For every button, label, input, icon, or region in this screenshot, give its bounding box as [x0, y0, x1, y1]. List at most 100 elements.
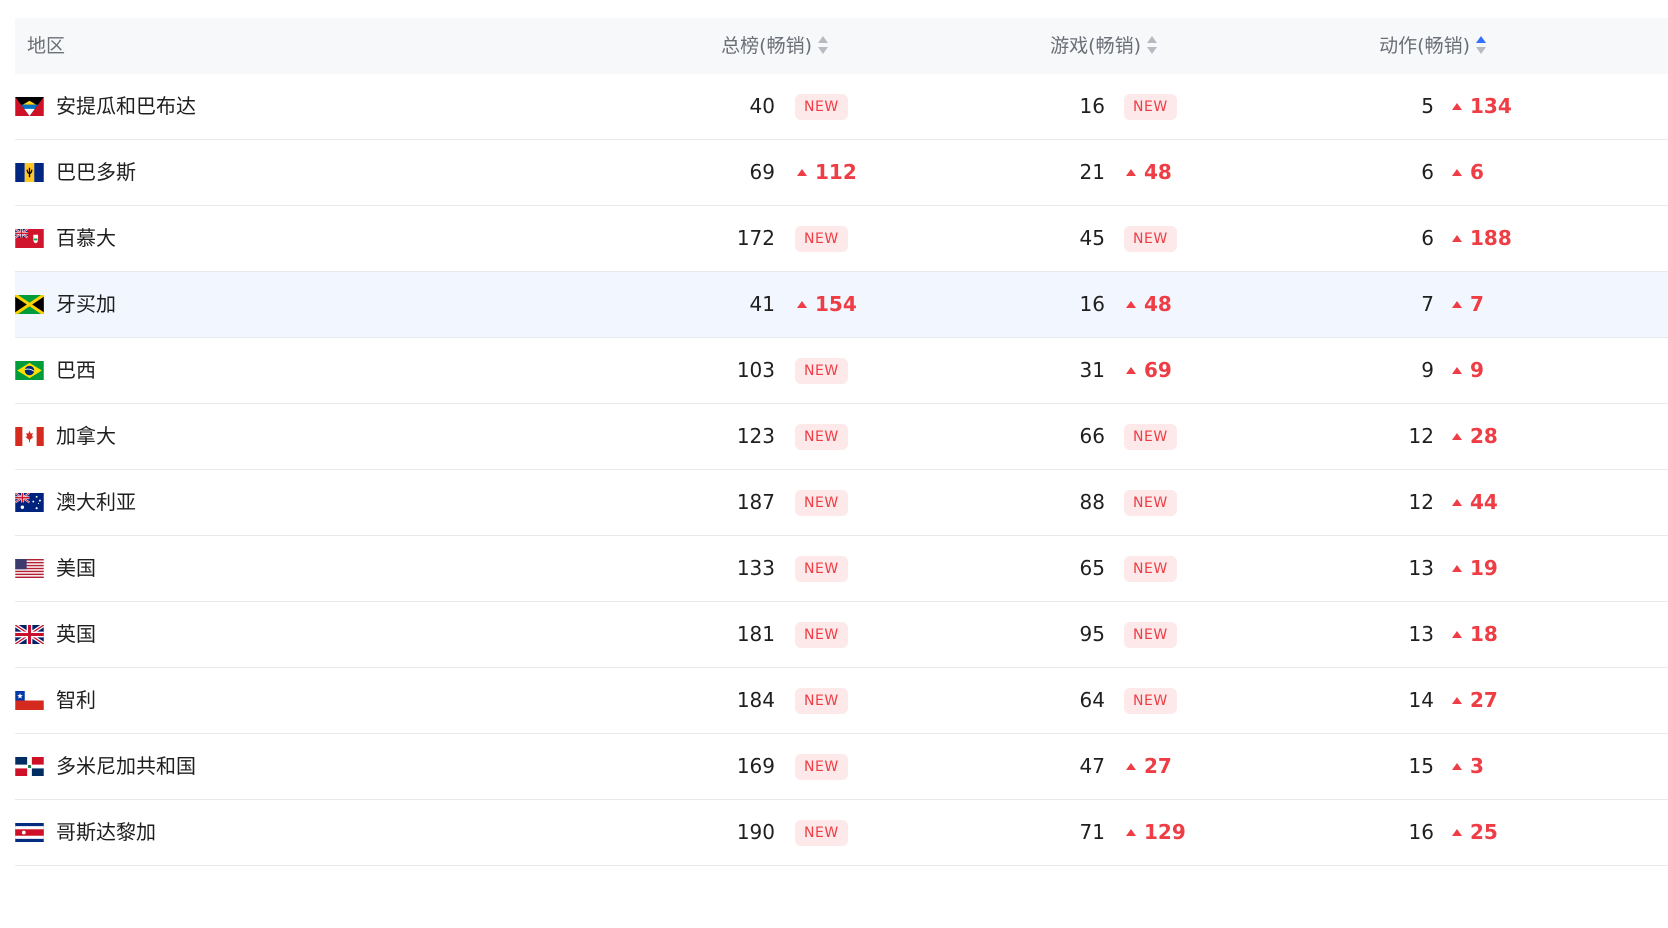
table-row[interactable]: 巴西 103 NEW 31 69 9 9 [15, 338, 1668, 404]
rank-up-value: 154 [815, 292, 857, 316]
table-row[interactable]: 安提瓜和巴布达 40 NEW 16 NEW 5 134 [15, 74, 1668, 140]
uk-flag-icon [15, 625, 44, 644]
new-badge: NEW [795, 490, 848, 516]
total-rank: 187 [736, 490, 775, 514]
action-change: 134 [1450, 74, 1512, 139]
total-change: NEW [795, 536, 848, 601]
table-row[interactable]: 澳大利亚 187 NEW 88 NEW 12 44 [15, 470, 1668, 536]
game-change: NEW [1124, 470, 1177, 535]
table-row[interactable]: 智利 184 NEW 64 NEW 14 27 [15, 668, 1668, 734]
total-rank: 123 [736, 424, 775, 448]
game-change: 48 [1124, 272, 1172, 337]
total-change: NEW [795, 602, 848, 667]
game-change: 129 [1124, 800, 1186, 865]
arrow-up-icon [1452, 367, 1462, 374]
game-rank: 95 [1079, 622, 1105, 646]
rank-up: 9 [1450, 338, 1484, 403]
new-badge: NEW [1124, 688, 1177, 714]
total-change: 154 [795, 272, 857, 337]
arrow-up-icon [797, 169, 807, 176]
rank-up: 188 [1450, 206, 1512, 271]
table-header: 地区 总榜(畅销) 游戏(畅销) 动作(畅销) [15, 18, 1668, 74]
region-name: 美国 [56, 556, 96, 580]
game-change: NEW [1124, 602, 1177, 667]
rank-up: 44 [1450, 470, 1498, 535]
arrow-up-icon [1126, 169, 1136, 176]
total-change: NEW [795, 206, 848, 271]
action-rank: 13 [1408, 556, 1434, 580]
rank-up-value: 3 [1470, 754, 1484, 778]
new-badge: NEW [1124, 622, 1177, 648]
action-rank: 15 [1408, 754, 1434, 778]
new-badge: NEW [795, 820, 848, 846]
table-row[interactable]: 加拿大 123 NEW 66 NEW 12 28 [15, 404, 1668, 470]
game-rank: 66 [1079, 424, 1105, 448]
arrow-up-icon [1452, 829, 1462, 836]
rank-up: 154 [795, 272, 857, 337]
total-change: NEW [795, 404, 848, 469]
game-rank: 16 [1079, 292, 1105, 316]
action-rank: 6 [1421, 160, 1434, 184]
table-body: 安提瓜和巴布达 40 NEW 16 NEW 5 134 巴巴多斯 69 112 21 48 6 6 百慕大 1… [15, 74, 1668, 866]
rank-up-value: 188 [1470, 226, 1512, 250]
rank-up-value: 44 [1470, 490, 1498, 514]
ranking-table: 地区 总榜(畅销) 游戏(畅销) 动作(畅销) 安提瓜和巴布达 40 NEW 16 NE… [15, 18, 1668, 866]
arrow-up-icon [797, 301, 807, 308]
action-change: 28 [1450, 404, 1498, 469]
action-rank: 16 [1408, 820, 1434, 844]
new-badge: NEW [1124, 556, 1177, 582]
total-rank: 103 [736, 358, 775, 382]
rank-up: 129 [1124, 800, 1186, 865]
column-header-action[interactable]: 动作(畅销) [1379, 18, 1486, 74]
total-change: NEW [795, 470, 848, 535]
australia-flag-icon [15, 493, 44, 512]
game-rank: 16 [1079, 94, 1105, 118]
rank-up-value: 48 [1144, 160, 1172, 184]
rank-up-value: 48 [1144, 292, 1172, 316]
rank-up: 6 [1450, 140, 1484, 205]
table-row[interactable]: 多米尼加共和国 169 NEW 47 27 15 3 [15, 734, 1668, 800]
action-rank: 9 [1421, 358, 1434, 382]
arrow-up-icon [1452, 103, 1462, 110]
dominican-flag-icon [15, 757, 44, 776]
region-name: 澳大利亚 [56, 490, 136, 514]
action-rank: 6 [1421, 226, 1434, 250]
rank-up-value: 7 [1470, 292, 1484, 316]
sort-icon[interactable] [1476, 35, 1486, 55]
game-rank: 65 [1079, 556, 1105, 580]
bermuda-flag-icon [15, 229, 44, 248]
table-row[interactable]: 英国 181 NEW 95 NEW 13 18 [15, 602, 1668, 668]
game-change: NEW [1124, 668, 1177, 733]
action-change: 27 [1450, 668, 1498, 733]
table-row[interactable]: 巴巴多斯 69 112 21 48 6 6 [15, 140, 1668, 206]
new-badge: NEW [795, 424, 848, 450]
total-change: NEW [795, 338, 848, 403]
rank-up-value: 25 [1470, 820, 1498, 844]
new-badge: NEW [795, 754, 848, 780]
costarica-flag-icon [15, 823, 44, 842]
action-change: 3 [1450, 734, 1484, 799]
table-row[interactable]: 美国 133 NEW 65 NEW 13 19 [15, 536, 1668, 602]
table-row[interactable]: 牙买加 41 154 16 48 7 7 [15, 272, 1668, 338]
total-rank: 133 [736, 556, 775, 580]
arrow-up-icon [1126, 301, 1136, 308]
column-header-total[interactable]: 总榜(畅销) [721, 18, 828, 74]
arrow-up-icon [1452, 235, 1462, 242]
rank-up-value: 19 [1470, 556, 1498, 580]
rank-up: 69 [1124, 338, 1172, 403]
sort-icon[interactable] [818, 35, 828, 55]
action-rank: 5 [1421, 94, 1434, 118]
sort-icon[interactable] [1147, 35, 1157, 55]
action-rank: 13 [1408, 622, 1434, 646]
arrow-up-icon [1452, 433, 1462, 440]
arrow-up-icon [1126, 367, 1136, 374]
action-change: 6 [1450, 140, 1484, 205]
column-header-game[interactable]: 游戏(畅销) [1050, 18, 1157, 74]
game-change: NEW [1124, 536, 1177, 601]
table-row[interactable]: 百慕大 172 NEW 45 NEW 6 188 [15, 206, 1668, 272]
game-change: NEW [1124, 74, 1177, 139]
rank-up: 7 [1450, 272, 1484, 337]
total-rank: 184 [736, 688, 775, 712]
table-row[interactable]: 哥斯达黎加 190 NEW 71 129 16 25 [15, 800, 1668, 866]
action-rank: 14 [1408, 688, 1434, 712]
